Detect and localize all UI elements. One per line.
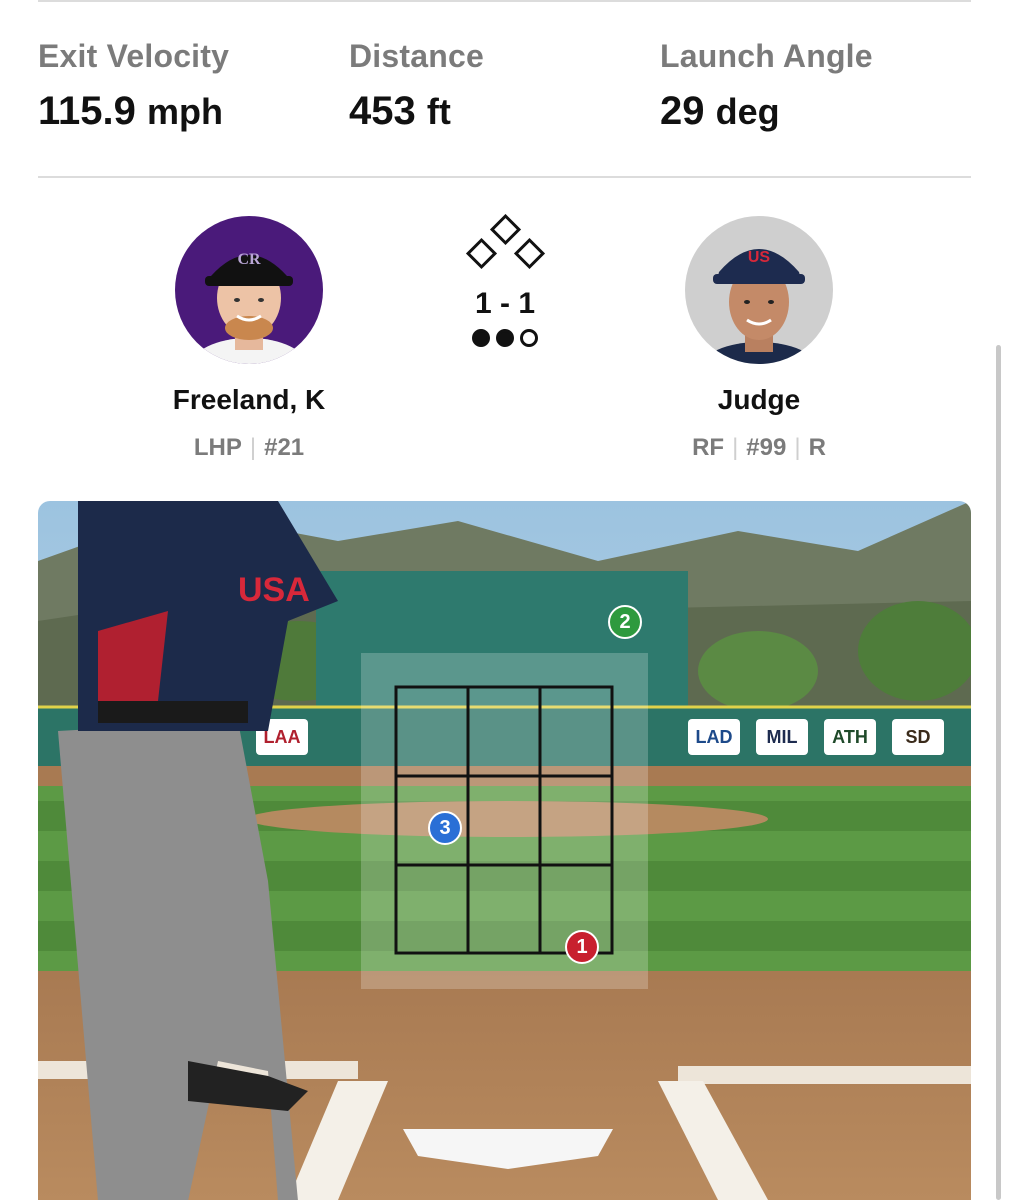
- pitcher-meta: LHP | #21: [193, 434, 305, 461]
- pitcher-number: #21: [264, 434, 305, 461]
- launch-angle-stat: Launch Angle 29 deg: [660, 38, 873, 134]
- batter-cap-logo: US: [748, 249, 771, 266]
- launch-angle-value: 29 deg: [660, 89, 780, 133]
- outs-indicator: [455, 329, 555, 347]
- sign-lad: LAD: [696, 727, 733, 747]
- pitcher-position: LHP: [193, 434, 242, 461]
- bases-diamond-icon: [465, 213, 546, 270]
- pitch-3-marker[interactable]: 3: [428, 811, 462, 845]
- pitcher-card[interactable]: CR Freeland, K LHP | #21: [99, 216, 399, 462]
- sign-sd: SD: [905, 727, 930, 747]
- jersey-text: USA: [238, 571, 310, 609]
- pitcher-name: Freeland, K: [172, 384, 326, 415]
- sign-mil: MIL: [767, 727, 798, 747]
- sign-laa: LAA: [264, 727, 301, 747]
- game-count: 1 - 1: [455, 213, 555, 347]
- pitch-2-marker[interactable]: 2: [608, 605, 642, 639]
- exit-velocity-value: 115.9 mph: [38, 89, 224, 133]
- batter-meta: RF | #99 | R: [692, 434, 826, 461]
- scrollbar[interactable]: [996, 345, 1001, 1200]
- exit-velocity-label: Exit Velocity: [38, 38, 230, 74]
- batter-bats: R: [808, 434, 826, 461]
- distance-label: Distance: [349, 38, 484, 74]
- stadium-scene: LAD MIL ATH SD LAA KC USA: [38, 501, 971, 1200]
- out-dot-1: [472, 329, 490, 347]
- batter-card[interactable]: US Judge RF | #99 | R: [609, 216, 909, 462]
- batter-position: RF: [692, 434, 725, 461]
- pitcher-cap-logo: CR: [237, 251, 261, 268]
- pitcher-headshot: CR: [175, 216, 323, 364]
- sign-ath: ATH: [832, 727, 868, 747]
- distance-stat: Distance 453 ft: [349, 38, 484, 134]
- batter-name: Judge: [717, 384, 801, 415]
- batted-ball-stats: Exit Velocity 115.9 mph Distance 453 ft …: [0, 0, 1009, 178]
- distance-value: 453 ft: [349, 89, 451, 133]
- batter-number: #99: [746, 434, 787, 461]
- pitch-1-marker[interactable]: 1: [565, 930, 599, 964]
- balls-strikes: 1 - 1: [474, 287, 536, 320]
- pitch-location-field: LAD MIL ATH SD LAA KC USA: [38, 501, 971, 1200]
- out-dot-3: [520, 329, 538, 347]
- exit-velocity-stat: Exit Velocity 115.9 mph: [38, 38, 229, 134]
- launch-angle-label: Launch Angle: [660, 38, 873, 74]
- batter-headshot: US: [685, 216, 833, 364]
- out-dot-2: [496, 329, 514, 347]
- stats-divider: [38, 176, 971, 178]
- zone-shadow: [361, 653, 648, 989]
